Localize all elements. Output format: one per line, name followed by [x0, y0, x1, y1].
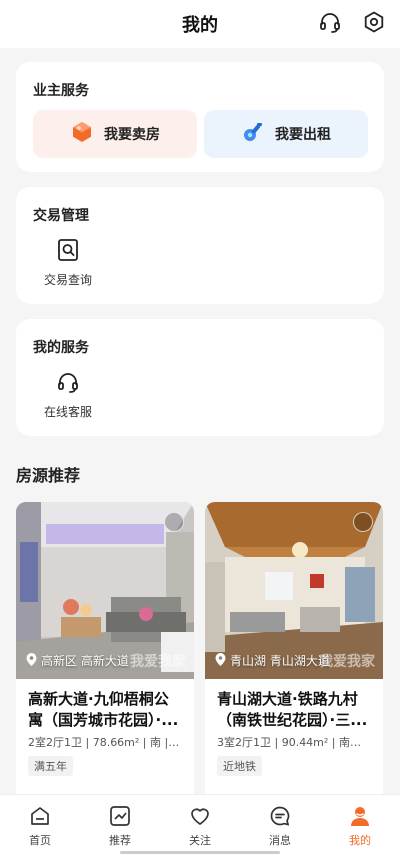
listing-location: 青山湖 青山湖大道: [215, 652, 330, 669]
recommend-title: 房源推荐: [16, 466, 81, 485]
profile-icon: [348, 804, 372, 828]
owner-service-title: 业主服务: [33, 83, 89, 99]
document-search-icon: [55, 237, 81, 263]
my-service-card: 我的服务 在线客服: [16, 319, 384, 436]
listing-location: 高新区 高新大道: [26, 652, 129, 669]
tab-profile-label: 我的: [349, 833, 371, 847]
listing-title: 青山湖大道·铁路九村（南铁世纪花园）·三...: [217, 690, 368, 729]
page-title: 我的: [182, 15, 218, 36]
sell-house-label: 我要卖房: [104, 127, 160, 143]
location-pin-icon: [215, 652, 226, 669]
online-support-button[interactable]: 在线客服: [33, 369, 103, 420]
listing-info: 2室2厅1卫 | 78.66m² | 南 | ...: [28, 736, 183, 749]
listing-photo: 我爱我家 高新区 高新大道: [16, 502, 194, 679]
message-icon: [268, 804, 292, 828]
location-pin-icon: [26, 652, 37, 669]
header-icons: [318, 10, 386, 34]
trade-query-button[interactable]: 交易查询: [33, 237, 103, 288]
headset-icon[interactable]: [318, 10, 342, 34]
trade-management-title: 交易管理: [33, 208, 89, 224]
heart-icon: [188, 804, 212, 828]
location-text: 青山湖 青山湖大道: [230, 654, 330, 668]
home-indicator: [120, 851, 280, 854]
tab-home[interactable]: 首页: [0, 795, 80, 856]
owner-service-card: 业主服务 我要卖房 我要出租: [16, 62, 384, 172]
tab-messages-label: 消息: [269, 833, 291, 847]
top-header: 我的: [0, 0, 400, 48]
sell-house-button[interactable]: 我要卖房: [33, 110, 197, 158]
tab-recommend[interactable]: 推荐: [80, 795, 160, 856]
listing-card[interactable]: 我爱我家 高新区 高新大道 高新大道·九仰梧桐公寓（国芳城市花园）·... 2室…: [16, 502, 194, 802]
listing-tag: 满五年: [28, 756, 73, 776]
rent-house-button[interactable]: 我要出租: [204, 110, 368, 158]
settings-icon[interactable]: [362, 10, 386, 34]
tab-follow-label: 关注: [189, 833, 211, 847]
photo-watermark: 我爱我家: [130, 654, 186, 670]
tab-messages[interactable]: 消息: [240, 795, 320, 856]
listing-card[interactable]: 我爱我家 青山湖 青山湖大道 青山湖大道·铁路九村（南铁世纪花园）·三... 3…: [205, 502, 383, 802]
trade-management-card: 交易管理 交易查询: [16, 187, 384, 304]
tab-profile[interactable]: 我的: [320, 795, 400, 856]
trade-query-label: 交易查询: [43, 273, 92, 287]
tab-follow[interactable]: 关注: [160, 795, 240, 856]
key-icon: [241, 120, 265, 148]
bottom-tab-bar: 首页 推荐 关注 消息 我的: [0, 794, 400, 856]
listing-tag: 近地铁: [217, 756, 262, 776]
tab-recommend-label: 推荐: [109, 833, 131, 847]
my-service-title: 我的服务: [33, 340, 89, 356]
vr-badge-icon[interactable]: [353, 512, 373, 532]
tab-home-label: 首页: [29, 833, 51, 847]
rent-house-label: 我要出租: [275, 127, 331, 143]
trend-icon: [108, 804, 132, 828]
headset-icon: [55, 369, 81, 395]
location-text: 高新区 高新大道: [41, 654, 129, 668]
listing-info: 3室2厅1卫 | 90.44m² | 南北 | ...: [217, 736, 383, 749]
listing-photo: 我爱我家 青山湖 青山湖大道: [205, 502, 383, 679]
sell-house-icon: [70, 120, 94, 148]
home-icon: [28, 804, 52, 828]
online-support-label: 在线客服: [43, 405, 92, 419]
listing-title: 高新大道·九仰梧桐公寓（国芳城市花园）·...: [28, 690, 179, 729]
vr-badge-icon[interactable]: [164, 512, 184, 532]
